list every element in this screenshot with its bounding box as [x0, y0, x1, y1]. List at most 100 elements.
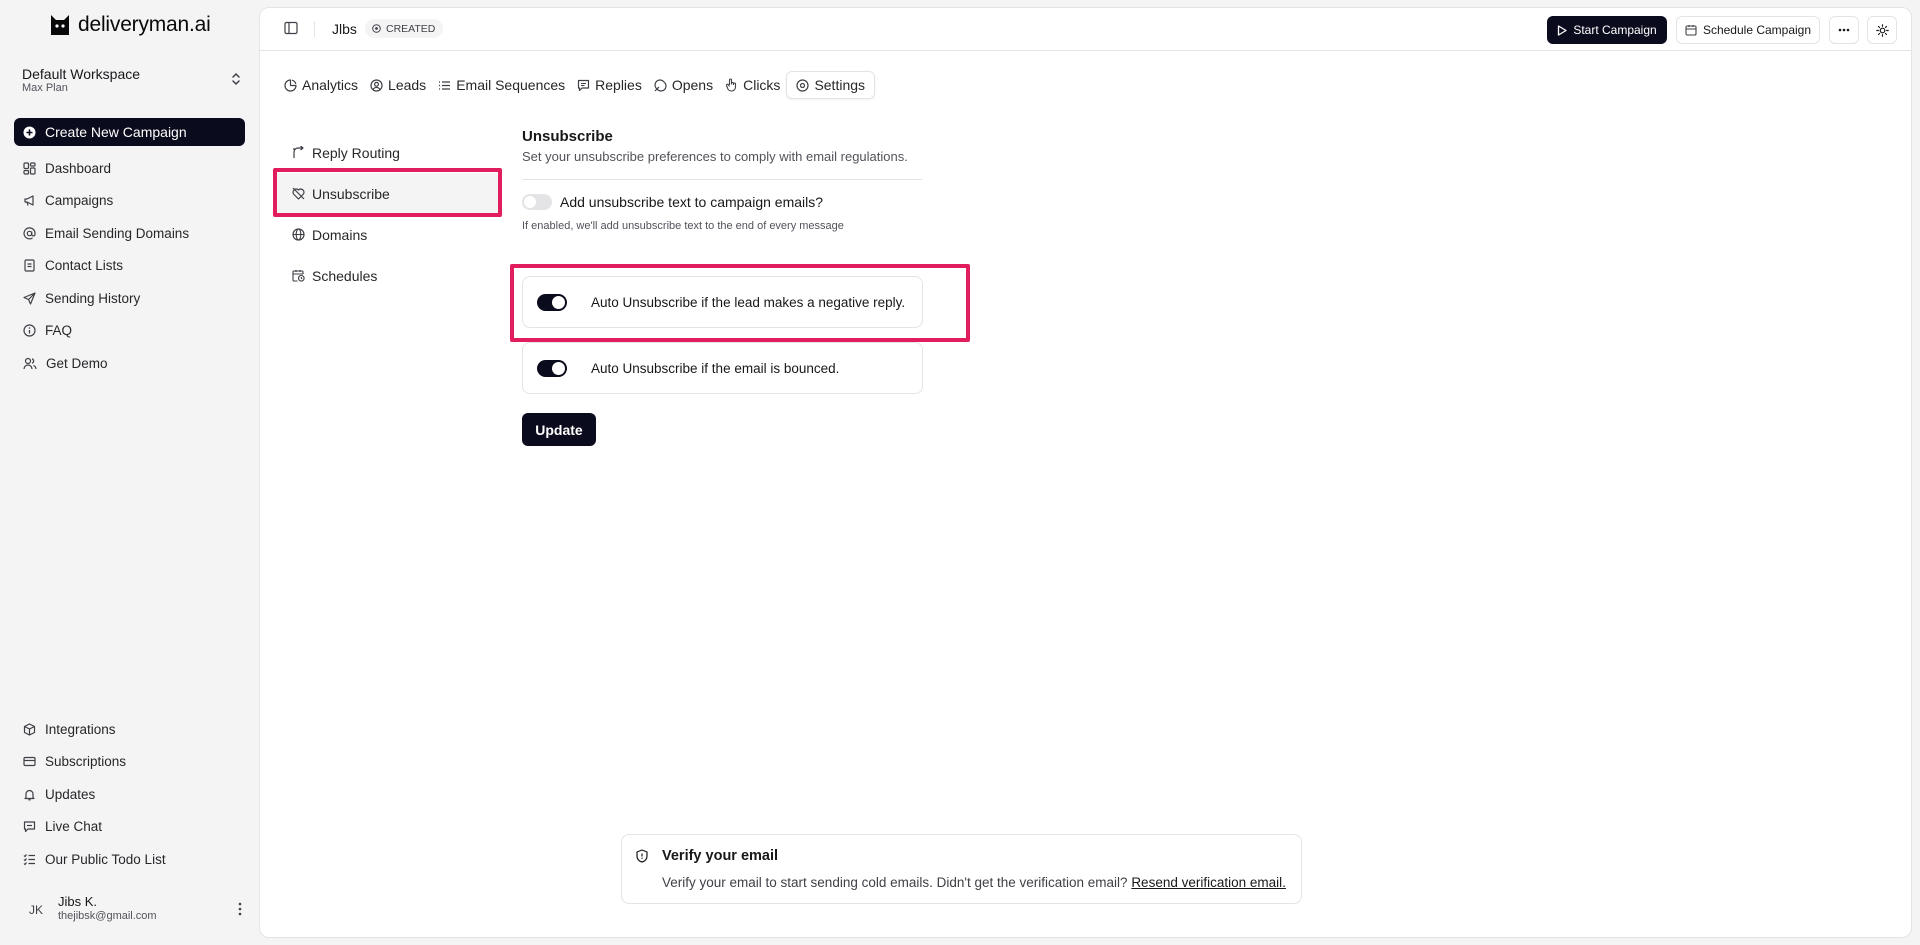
settings-item-label: Reply Routing	[312, 144, 400, 161]
brand-logo[interactable]: deliveryman.ai	[50, 13, 211, 37]
tab-label: Analytics	[302, 77, 359, 93]
at-sign-icon	[23, 227, 36, 240]
tab-clicks[interactable]: Clicks	[719, 71, 786, 99]
workspace-plan: Max Plan	[22, 82, 68, 94]
tab-label: Settings	[814, 77, 866, 93]
highlight-box-unsubscribe	[273, 168, 502, 217]
sidebar-item-contact-lists[interactable]: Contact Lists	[14, 250, 245, 283]
calendar-icon	[1685, 24, 1697, 36]
open-icon	[654, 78, 667, 92]
create-campaign-button[interactable]: Create New Campaign	[14, 118, 245, 146]
sidebar-item-live-chat[interactable]: Live Chat	[14, 811, 245, 844]
info-icon	[23, 324, 36, 337]
verify-text: Verify your email to start sending cold …	[662, 875, 1128, 890]
play-icon	[1557, 24, 1567, 36]
sidebar-item-integrations[interactable]: Integrations	[14, 713, 245, 746]
pie-chart-icon	[284, 78, 297, 92]
sidebar-item-label: Integrations	[45, 721, 116, 737]
message-icon	[577, 79, 590, 92]
sidebar-item-label: Subscriptions	[45, 754, 127, 770]
sidebar-item-label: FAQ	[45, 323, 73, 339]
brand-name: deliveryman.ai	[78, 13, 211, 36]
sidebar-item-public-todo-list[interactable]: Our Public Todo List	[14, 843, 245, 876]
sidebar-toggle-icon[interactable]	[284, 21, 298, 35]
sidebar-item-sending-history[interactable]: Sending History	[14, 282, 245, 315]
list-checks-icon	[23, 853, 36, 866]
sidebar-item-label: Sending History	[45, 290, 141, 306]
send-icon	[23, 292, 36, 305]
avatar: JK	[22, 896, 50, 924]
more-horizontal-icon	[1838, 28, 1850, 32]
resend-verification-link[interactable]: Resend verification email.	[1131, 875, 1286, 890]
more-vertical-icon[interactable]	[238, 902, 242, 916]
user-circle-icon	[370, 78, 383, 92]
sidebar-item-faq[interactable]: FAQ	[14, 315, 245, 348]
tab-email-sequences[interactable]: Email Sequences	[432, 71, 571, 99]
campaign-tabs: Analytics Leads Email Sequences Replies …	[278, 70, 876, 100]
sidebar-item-email-sending-domains[interactable]: Email Sending Domains	[14, 217, 245, 250]
status-badge: CREATED	[365, 19, 444, 38]
bell-icon	[23, 788, 36, 801]
unsubscribe-text-toggle[interactable]	[522, 194, 552, 210]
sidebar-item-label: Live Chat	[45, 819, 103, 835]
sidebar-item-label: Email Sending Domains	[45, 225, 190, 241]
section-divider	[522, 179, 922, 180]
settings-item-reply-routing[interactable]: Reply Routing	[274, 132, 500, 173]
pointer-icon	[725, 78, 738, 92]
campaign-name: Jlbs	[332, 21, 357, 37]
bounced-card: Auto Unsubscribe if the email is bounced…	[522, 342, 923, 394]
sidebar-item-subscriptions[interactable]: Subscriptions	[14, 746, 245, 779]
schedule-campaign-button[interactable]: Schedule Campaign	[1676, 16, 1820, 44]
sidebar: deliveryman.ai Default Workspace Max Pla…	[0, 0, 259, 945]
theme-toggle-button[interactable]	[1867, 16, 1897, 44]
sidebar-item-dashboard[interactable]: Dashboard	[14, 152, 245, 185]
tab-replies[interactable]: Replies	[571, 71, 648, 99]
sidebar-item-label: Get Demo	[46, 355, 108, 371]
sidebar-item-updates[interactable]: Updates	[14, 778, 245, 811]
user-name: Jibs K.	[58, 894, 98, 909]
section-title: Unsubscribe	[522, 128, 613, 145]
settings-icon	[796, 78, 810, 92]
start-campaign-label: Start Campaign	[1573, 23, 1657, 37]
sidebar-item-campaigns[interactable]: Campaigns	[14, 185, 245, 218]
tab-opens[interactable]: Opens	[648, 71, 719, 99]
sidebar-item-label: Our Public Todo List	[45, 851, 166, 867]
settings-item-schedules[interactable]: Schedules	[274, 255, 500, 296]
sidebar-item-label: Campaigns	[45, 193, 114, 209]
tab-settings[interactable]: Settings	[786, 71, 876, 99]
bounced-label: Auto Unsubscribe if the email is bounced…	[591, 360, 840, 376]
unsubscribe-text-option: Add unsubscribe text to campaign emails?	[522, 194, 922, 210]
dashboard-icon	[23, 162, 36, 175]
unsubscribe-settings: Unsubscribe Set your unsubscribe prefere…	[522, 128, 922, 232]
tab-label: Opens	[671, 77, 714, 93]
divider	[314, 21, 315, 37]
create-campaign-label: Create New Campaign	[45, 124, 187, 140]
workspace-name: Default Workspace	[22, 66, 141, 82]
credit-card-icon	[23, 755, 36, 768]
settings-item-label: Domains	[312, 226, 368, 243]
bounced-toggle[interactable]	[537, 359, 567, 377]
megaphone-icon	[23, 194, 36, 207]
sidebar-item-label: Contact Lists	[45, 258, 124, 274]
section-description: Set your unsubscribe preferences to comp…	[522, 149, 908, 164]
user-profile[interactable]: JK Jibs K. thejibsk@gmail.com	[22, 893, 242, 927]
tab-label: Replies	[595, 77, 642, 93]
settings-item-domains[interactable]: Domains	[274, 214, 500, 255]
sun-icon	[1875, 23, 1889, 37]
start-campaign-button[interactable]: Start Campaign	[1547, 16, 1667, 44]
main-panel: Jlbs CREATED Start Campaign Schedule Cam…	[259, 7, 1912, 938]
workspace-switcher[interactable]: Default Workspace Max Plan	[22, 66, 242, 96]
highlight-box-negative-reply	[510, 264, 970, 342]
chat-icon	[23, 820, 36, 833]
update-button[interactable]: Update	[522, 413, 596, 446]
users-icon	[23, 357, 37, 370]
plus-circle-icon	[23, 126, 36, 139]
more-options-button[interactable]	[1829, 16, 1859, 44]
sidebar-item-get-demo[interactable]: Get Demo	[14, 347, 245, 380]
verify-text-row: Verify your email to start sending cold …	[662, 875, 1286, 890]
tab-leads[interactable]: Leads	[364, 71, 432, 99]
package-icon	[23, 723, 36, 736]
tab-label: Clicks	[743, 77, 781, 93]
verify-title: Verify your email	[662, 848, 779, 864]
tab-analytics[interactable]: Analytics	[278, 71, 364, 99]
